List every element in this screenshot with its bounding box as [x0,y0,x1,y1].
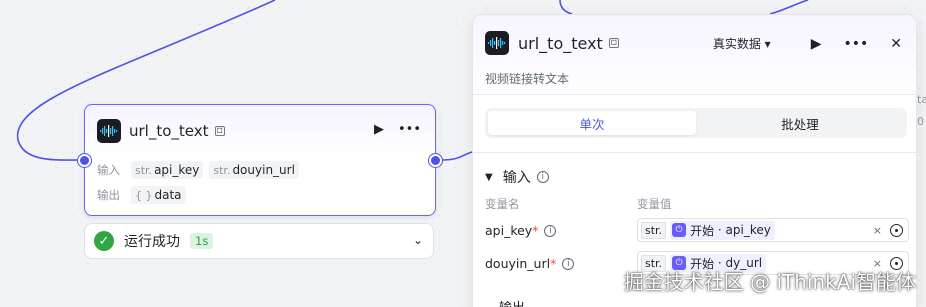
run-icon[interactable]: ▶ [811,36,822,52]
waveform-app-icon [485,31,509,55]
node-header: url_to_text ▫ [97,119,225,143]
info-icon: i [562,257,575,270]
var-name-douyin-url: douyin_url * i [485,256,575,271]
watermark-text: 掘金技术社区 @ iThinkAi智能体 [623,270,916,294]
node-detail-panel: url_to_text ▫ 真实数据 ▾ ▶ ••• ✕ 视频链接转文本 单次 … [472,14,917,307]
col-header-value: 变量值 [637,197,672,211]
var-value-api-key[interactable]: str. ⏻ 开始 · api_key × [637,218,909,242]
panel-actions: 真实数据 ▾ ▶ ••• ✕ [713,35,902,52]
data-mode-label: 真实数据 [712,37,761,51]
plugin-badge-icon: ▫ [214,125,225,136]
input-chip-api-key: str. api_key [131,161,204,179]
node-output-handle[interactable] [429,154,442,167]
data-mode-dropdown[interactable]: 真实数据 ▾ [713,35,771,52]
workflow-node-card[interactable]: url_to_text ▫ ▶ ••• 输入 str. api_key str.… [84,104,436,216]
type-tag: str. [135,163,153,177]
ref-var: api_key [725,223,771,237]
output-label: 输出 [97,188,120,202]
panel-title: url_to_text [518,33,603,53]
divider [473,94,916,95]
node-title: url_to_text [129,122,209,140]
edge-text-a: ta [917,93,926,106]
chevron-down-icon: ▼ [485,171,493,183]
status-text: 运行成功 [124,234,180,250]
input-name: douyin_url [232,163,295,177]
type-tag: str. [213,163,231,177]
info-icon: i [544,224,557,237]
run-icon[interactable]: ▶ [374,122,384,137]
type-tag: str. [641,221,667,239]
var-name-label: api_key [485,223,533,238]
check-circle-icon: ✓ [94,231,114,251]
chevron-down-icon[interactable]: ⌄ [413,233,423,247]
run-status-bar[interactable]: ✓ 运行成功 1s ⌄ [84,223,434,259]
col-header-name: 变量名 [485,197,520,211]
type-tag: { } [135,188,153,202]
node-output-row: 输出 { } data [97,186,192,204]
output-section-header[interactable]: ›输出 [485,297,525,307]
plugin-badge-icon: ▫ [608,37,619,48]
tab-single[interactable]: 单次 [488,111,696,135]
offscreen-panel-edge: ta 0 [917,85,926,145]
ref-source: 开始 [690,223,715,238]
edge-text-b: 0 [917,115,924,128]
close-icon[interactable]: ✕ [890,36,902,52]
input-chip-douyin-url: str. douyin_url [209,161,299,179]
start-node-icon: ⏻ [672,223,687,237]
var-name-api-key: api_key * i [485,223,557,238]
variable-reference[interactable]: ⏻ 开始 · api_key [670,220,775,240]
target-icon[interactable] [890,223,903,237]
divider [473,152,916,153]
more-icon[interactable]: ••• [398,122,421,137]
duration-badge: 1s [190,233,214,249]
clear-icon[interactable]: × [873,224,882,237]
required-mark: * [532,223,539,238]
output-name: data [154,188,182,202]
var-name-label: douyin_url [485,256,551,271]
node-input-handle[interactable] [78,154,91,167]
input-section-header[interactable]: ▼ 输入 i [485,167,549,187]
info-icon: i [536,171,549,183]
output-chip-data: { } data [131,186,186,204]
section-title: 输入 [502,170,531,186]
input-name: api_key [154,163,200,177]
more-icon[interactable]: ••• [843,36,868,52]
section-title: 输出 [499,301,525,307]
waveform-app-icon [97,119,121,143]
input-label: 输入 [97,163,120,177]
tab-batch[interactable]: 批处理 [696,111,904,135]
panel-header: url_to_text ▫ [485,31,619,55]
node-actions: ▶ ••• [374,122,421,137]
panel-description: 视频链接转文本 [485,72,570,86]
node-input-row: 输入 str. api_key str. douyin_url [97,161,305,179]
run-mode-tabs: 单次 批处理 [485,108,907,138]
required-mark: * [550,256,557,271]
